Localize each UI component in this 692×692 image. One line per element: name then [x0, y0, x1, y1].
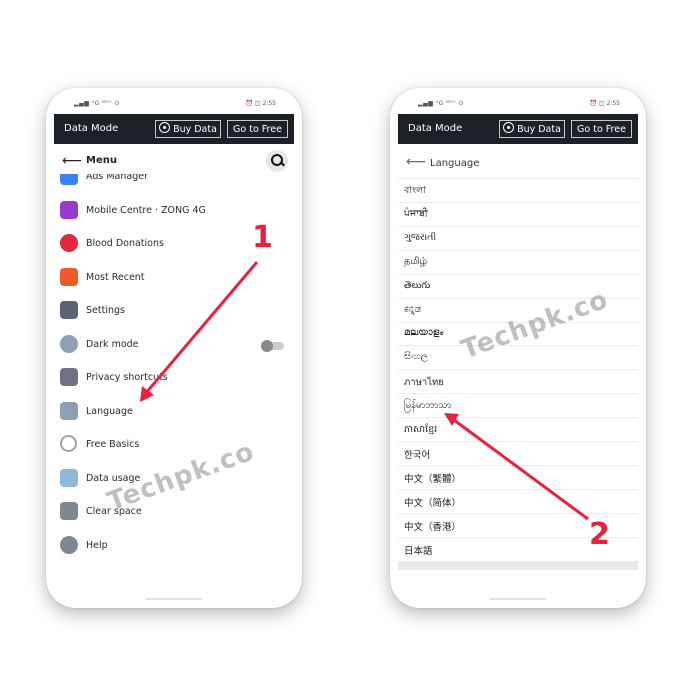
- data-mode-bar: Data Mode Buy Data Go to Free: [54, 114, 294, 144]
- gear-icon: [60, 301, 78, 319]
- language-label: ภาษาไทย: [404, 377, 444, 389]
- menu-item-label: Most Recent: [86, 271, 145, 283]
- menu-item[interactable]: Ads Manager: [54, 174, 294, 192]
- language-label: 中文（香港）: [404, 521, 462, 533]
- language-option[interactable]: မြန်မာဘာသာ: [398, 393, 638, 419]
- language-label: বাংলা: [404, 185, 426, 196]
- status-bar: ▂▄▆ ⁴G ᵂᴵᶠᴵ ⊙ ⏰ ◫ 2:55: [390, 98, 646, 112]
- free-basics-icon: [60, 435, 77, 452]
- step-number-2: 2: [589, 517, 610, 552]
- go-to-free-label: Go to Free: [577, 124, 626, 135]
- go-to-free-button[interactable]: Go to Free: [571, 120, 632, 138]
- buy-data-button[interactable]: Buy Data: [155, 120, 221, 138]
- status-bar: ▂▄▆ ⁴G ᵂᴵᶠᴵ ⊙ ⏰ ◫ 2:55: [46, 98, 302, 112]
- language-label: 中文（繁體）: [404, 473, 462, 485]
- buy-data-label: Buy Data: [517, 124, 561, 135]
- menu-item[interactable]: Most Recent: [54, 263, 294, 293]
- list-end-strip: [398, 562, 638, 570]
- language-option[interactable]: ភាសាខ្មែរ: [398, 417, 638, 442]
- language-option[interactable]: தமிழ்: [398, 250, 638, 275]
- home-indicator: [146, 598, 202, 600]
- step-number-1: 1: [252, 220, 273, 255]
- menu-header: ⟵ Menu: [54, 148, 294, 174]
- back-arrow-icon[interactable]: ⟵: [62, 153, 82, 169]
- menu-item[interactable]: Privacy shortcuts: [54, 363, 294, 393]
- language-option[interactable]: ਪੰਜਾਬੀ: [398, 202, 638, 227]
- menu-item-label: Dark mode: [86, 338, 139, 350]
- language-label: తెలుగు: [404, 279, 431, 291]
- language-label: 日本語: [404, 545, 433, 557]
- menu-item-label: Settings: [86, 305, 125, 316]
- language-label: မြန်မာဘာသာ: [404, 400, 452, 412]
- signal-icon: [503, 122, 515, 133]
- language-option[interactable]: ગુજરાતી: [398, 226, 638, 251]
- menu-item-label: Mobile Centre · ZONG 4G: [86, 204, 206, 216]
- help-icon: [60, 535, 78, 554]
- search-button[interactable]: [266, 150, 288, 172]
- menu-item[interactable]: Help: [54, 531, 294, 561]
- language-header: ⟵ Language: [398, 148, 638, 179]
- language-title: Language: [430, 158, 480, 169]
- language-option[interactable]: 한국어: [398, 441, 638, 466]
- buy-data-label: Buy Data: [173, 124, 217, 135]
- menu-item-label: Help: [86, 539, 108, 551]
- language-label: 한국어: [404, 449, 431, 461]
- menu-item-label: Ads Manager: [86, 174, 148, 182]
- menu-item-label: Privacy shortcuts: [86, 372, 168, 383]
- status-right: ⏰ ◫ 2:55: [589, 100, 620, 107]
- language-label: 中文（简体）: [404, 497, 462, 509]
- menu-item-label: Language: [86, 405, 133, 417]
- menu-item-label: Free Basics: [86, 439, 140, 450]
- back-arrow-icon[interactable]: ⟵: [406, 154, 426, 170]
- language-option[interactable]: বাংলা: [398, 178, 638, 203]
- language-option[interactable]: ภาษาไทย: [398, 369, 638, 395]
- menu-item[interactable]: Free Basics: [54, 430, 294, 460]
- status-left: ▂▄▆ ⁴G ᵂᴵᶠᴵ ⊙: [418, 100, 464, 107]
- language-option[interactable]: 中文（简体）: [398, 489, 638, 514]
- data-usage-icon: [60, 468, 78, 487]
- language-label: தமிழ்: [404, 255, 428, 267]
- signal-icon: [159, 122, 171, 133]
- menu-item-label: Blood Donations: [86, 238, 164, 249]
- data-mode-label: Data Mode: [408, 123, 463, 134]
- data-mode-label: Data Mode: [64, 123, 119, 134]
- language-label: සිංහල: [404, 351, 428, 363]
- home-indicator: [490, 598, 546, 600]
- menu-item[interactable]: Dark mode: [54, 330, 294, 360]
- dark-mode-toggle[interactable]: [261, 339, 284, 352]
- language-label: ਪੰਜਾਬੀ: [404, 207, 428, 219]
- broom-icon: [60, 502, 78, 520]
- menu-item[interactable]: Settings: [54, 296, 294, 326]
- language-label: ភាសាខ្មែរ: [404, 424, 438, 435]
- menu-item[interactable]: Support Inbox: [54, 564, 294, 568]
- moon-icon: [60, 334, 78, 353]
- menu-title: Menu: [86, 155, 117, 166]
- data-mode-bar: Data Mode Buy Data Go to Free: [398, 114, 638, 144]
- buy-data-button[interactable]: Buy Data: [499, 120, 565, 138]
- left-phone: ▂▄▆ ⁴G ᵂᴵᶠᴵ ⊙ ⏰ ◫ 2:55 Data Mode Buy Dat…: [46, 88, 302, 608]
- language-option[interactable]: 中文（繁體）: [398, 465, 638, 490]
- most-recent-icon: [60, 267, 78, 286]
- blood-drop-icon: [60, 234, 78, 252]
- language-label: മലയാളം: [404, 327, 444, 339]
- language-label: ಕನ್ನಡ: [404, 303, 421, 315]
- menu-item[interactable]: Clear space: [54, 497, 294, 527]
- language-label: ગુજરાતી: [404, 231, 437, 243]
- status-left: ▂▄▆ ⁴G ᵂᴵᶠᴵ ⊙: [74, 100, 120, 107]
- lock-icon: [60, 368, 78, 386]
- language-icon: [60, 401, 78, 420]
- go-to-free-button[interactable]: Go to Free: [227, 120, 288, 138]
- antenna-icon: [60, 200, 78, 219]
- ads-manager-icon: [60, 174, 78, 185]
- language-option[interactable]: සිංහල: [398, 345, 638, 371]
- status-right: ⏰ ◫ 2:55: [245, 100, 276, 107]
- menu-item[interactable]: Language: [54, 397, 294, 427]
- go-to-free-label: Go to Free: [233, 124, 282, 135]
